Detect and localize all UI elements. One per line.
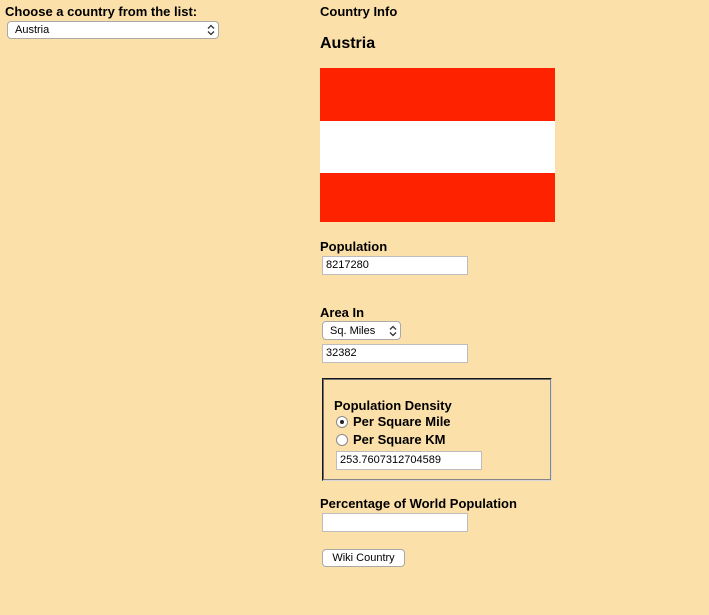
world-population-percentage-label: Percentage of World Population [320,496,517,511]
flag-stripe-top [320,68,555,121]
select-arrows-icon [207,24,215,36]
per-square-km-label[interactable]: Per Square KM [353,432,445,448]
choose-country-label: Choose a country from the list: [5,4,198,19]
radio-selected-dot [340,420,344,424]
population-field[interactable]: 8217280 [322,256,468,275]
area-label: Area In [320,305,365,320]
population-density-field[interactable]: 253.7607312704589 [336,451,482,470]
population-label: Population [320,239,388,254]
country-select[interactable]: Austria [7,21,219,39]
country-name-heading: Austria [320,35,376,52]
area-unit-select[interactable]: Sq. Miles [322,321,401,340]
country-select-value: Austria [15,24,50,36]
per-square-mile-label[interactable]: Per Square Mile [353,414,451,430]
area-unit-select-value: Sq. Miles [330,324,376,337]
area-field[interactable]: 32382 [322,344,468,363]
world-population-percentage-field[interactable] [322,513,468,532]
wiki-country-button[interactable]: Wiki Country [322,549,405,567]
country-info-header: Country Info [320,4,398,19]
per-square-km-radio[interactable] [336,434,348,446]
per-square-mile-radio[interactable] [336,416,348,428]
select-arrows-icon [389,325,397,336]
flag-stripe-middle [320,121,555,173]
flag-stripe-bottom [320,173,555,222]
population-density-label: Population Density [334,398,452,413]
